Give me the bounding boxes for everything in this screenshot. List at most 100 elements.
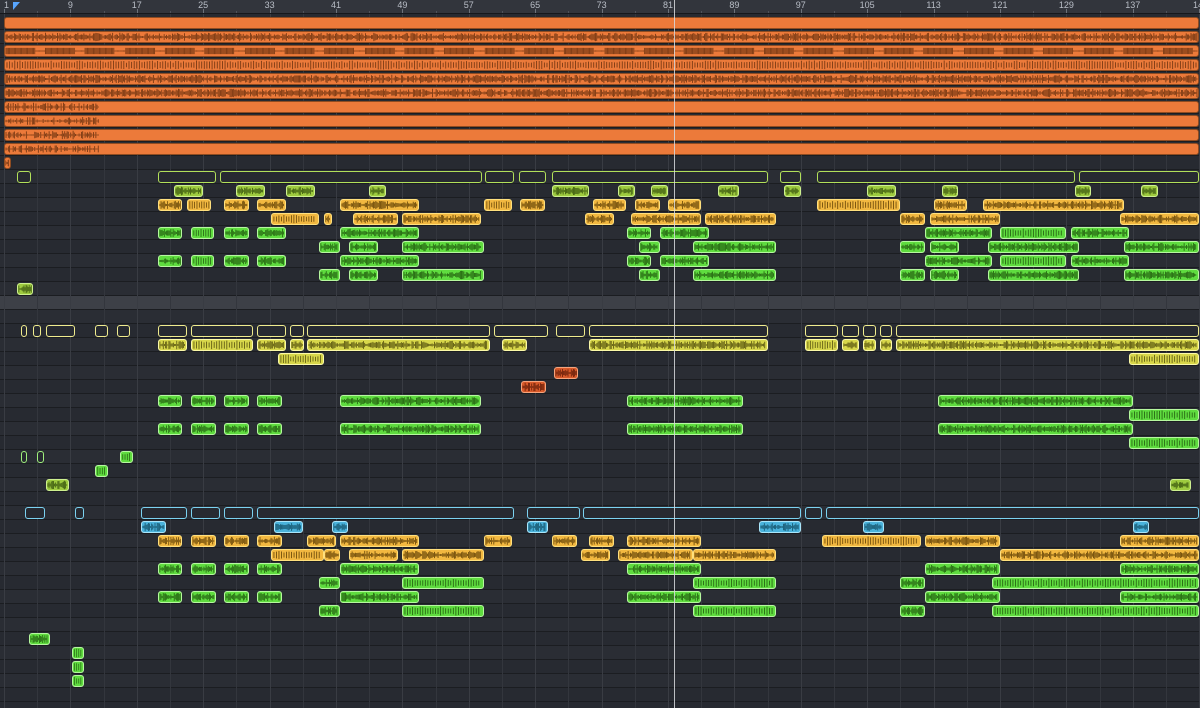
clip-yellow[interactable]	[626, 535, 702, 547]
clip-yellow[interactable]	[692, 549, 776, 561]
clip-green[interactable]	[402, 241, 484, 253]
clip-pale[interactable]	[157, 339, 187, 351]
clip-yellow[interactable]	[307, 535, 337, 547]
clip-yellow[interactable]	[551, 535, 577, 547]
clip-yellow[interactable]	[630, 213, 702, 225]
clip-green[interactable]	[991, 577, 1199, 589]
clip-lime[interactable]	[551, 171, 768, 183]
clip-orange[interactable]	[3, 143, 1199, 155]
clip-green[interactable]	[157, 563, 183, 575]
clip-pale[interactable]	[277, 353, 324, 365]
clip-green[interactable]	[692, 577, 776, 589]
clip-yellow[interactable]	[925, 535, 1000, 547]
clip-green[interactable]	[1000, 227, 1067, 239]
clip-lime[interactable]	[618, 185, 635, 197]
clip-pale[interactable]	[116, 325, 131, 337]
clip-green[interactable]	[925, 563, 1000, 575]
clip-cyan[interactable]	[863, 521, 884, 533]
clip-pale[interactable]	[896, 325, 1199, 337]
playhead-marker-icon[interactable]	[13, 2, 20, 10]
clip-green[interactable]	[402, 577, 484, 589]
clip-orange[interactable]	[3, 59, 1199, 71]
clip-green[interactable]	[257, 423, 283, 435]
clip-lime[interactable]	[1074, 185, 1092, 197]
clip-green[interactable]	[900, 605, 926, 617]
clip-yellow[interactable]	[257, 535, 283, 547]
clip-green[interactable]	[319, 269, 341, 281]
clip-lime[interactable]	[16, 171, 31, 183]
clip-green[interactable]	[224, 591, 249, 603]
clip-yellow[interactable]	[402, 213, 482, 225]
clip-yellow[interactable]	[585, 213, 615, 225]
clip-green[interactable]	[72, 675, 84, 687]
clip-pale[interactable]	[863, 339, 876, 351]
clip-yellow[interactable]	[483, 199, 512, 211]
playhead-line[interactable]	[674, 0, 675, 708]
track-lane[interactable]	[0, 520, 1200, 534]
clip-green[interactable]	[692, 605, 776, 617]
clip-cyan[interactable]	[141, 507, 187, 519]
clip-lime[interactable]	[651, 185, 668, 197]
timeline-ruler[interactable]: 1 9 17 25 33 41 49 57 65 73 81 89 97 105 113 121 129 137…	[0, 0, 1200, 14]
clip-yellow[interactable]	[668, 199, 702, 211]
track-lane[interactable]	[0, 674, 1200, 688]
clip-green[interactable]	[626, 227, 652, 239]
clip-yellow[interactable]	[257, 199, 287, 211]
clip-yellow[interactable]	[900, 213, 926, 225]
clip-green[interactable]	[190, 591, 216, 603]
clip-green[interactable]	[1070, 227, 1129, 239]
clip-pale[interactable]	[805, 339, 839, 351]
clip-pale[interactable]	[896, 339, 1199, 351]
clip-cyan[interactable]	[141, 521, 166, 533]
clip-cyan[interactable]	[825, 507, 1199, 519]
clip-cyan[interactable]	[526, 507, 580, 519]
clip-green[interactable]	[1124, 241, 1199, 253]
clip-lime[interactable]	[1141, 185, 1158, 197]
clip-yellow[interactable]	[1120, 535, 1200, 547]
clip-lime[interactable]	[941, 185, 959, 197]
clip-green[interactable]	[120, 451, 133, 463]
clip-lime[interactable]	[174, 185, 204, 197]
clip-green[interactable]	[1070, 255, 1129, 267]
clip-green[interactable]	[157, 255, 183, 267]
track-lane[interactable]	[0, 380, 1200, 394]
clip-green[interactable]	[319, 605, 341, 617]
clip-green[interactable]	[626, 591, 702, 603]
clip-yellow[interactable]	[705, 213, 776, 225]
clip-green[interactable]	[937, 423, 1133, 435]
clip-green[interactable]	[402, 605, 484, 617]
clip-green[interactable]	[37, 451, 44, 463]
clip-orange[interactable]	[4, 157, 11, 169]
clip-pale[interactable]	[502, 339, 527, 351]
track-lane[interactable]	[0, 282, 1200, 296]
clip-yellow[interactable]	[929, 213, 1001, 225]
clip-green[interactable]	[157, 227, 183, 239]
clip-green[interactable]	[72, 647, 84, 659]
clip-yellow[interactable]	[593, 199, 627, 211]
clip-green[interactable]	[340, 591, 420, 603]
clip-lime[interactable]	[16, 283, 34, 295]
clip-green[interactable]	[929, 241, 959, 253]
clip-yellow[interactable]	[224, 199, 249, 211]
clip-green[interactable]	[28, 633, 50, 645]
clip-pale[interactable]	[879, 339, 893, 351]
track-lane[interactable]	[0, 618, 1200, 632]
clip-cyan[interactable]	[583, 507, 801, 519]
track-lane[interactable]	[0, 156, 1200, 170]
clip-lime[interactable]	[485, 171, 515, 183]
clip-green[interactable]	[925, 255, 992, 267]
clip-pale[interactable]	[33, 325, 42, 337]
clip-pale[interactable]	[589, 339, 768, 351]
clip-green[interactable]	[900, 241, 926, 253]
clip-pale[interactable]	[842, 325, 859, 337]
clip-red[interactable]	[553, 367, 579, 379]
clip-green[interactable]	[190, 395, 216, 407]
clip-orange[interactable]	[3, 45, 1199, 57]
clip-green[interactable]	[224, 423, 249, 435]
clip-green[interactable]	[987, 269, 1079, 281]
clip-orange[interactable]	[3, 115, 1199, 127]
track-lane[interactable]	[0, 660, 1200, 674]
clip-lime[interactable]	[45, 479, 69, 491]
clip-green[interactable]	[340, 227, 420, 239]
clip-yellow[interactable]	[483, 535, 512, 547]
